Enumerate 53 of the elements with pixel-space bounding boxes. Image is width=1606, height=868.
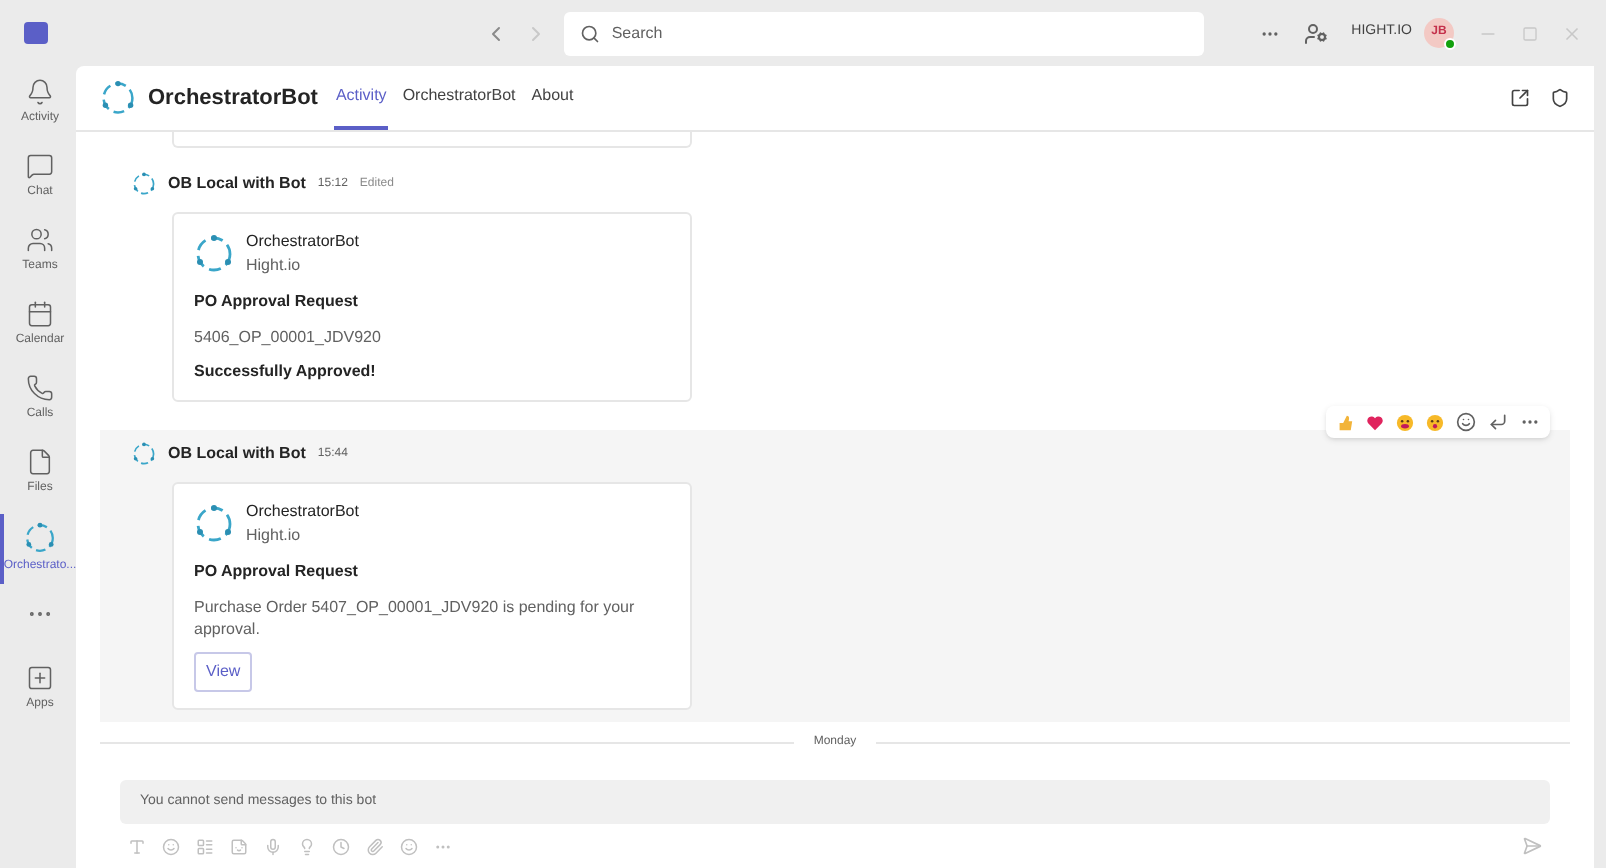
- maximize-icon[interactable]: [1522, 25, 1538, 41]
- surprised-face-icon[interactable]: [1426, 413, 1444, 431]
- bell-icon: [26, 78, 54, 106]
- format-icon[interactable]: [128, 837, 146, 855]
- card-org: Hight.io: [246, 254, 303, 278]
- card-body: 5406_OP_00001_JDV920: [194, 326, 383, 348]
- bot-avatar-icon: [132, 172, 156, 196]
- lightbulb-icon[interactable]: [298, 837, 316, 855]
- reply-icon[interactable]: [1488, 412, 1508, 432]
- card-title: PO Approval Request: [194, 290, 360, 314]
- search-field[interactable]: Search: [563, 11, 1204, 55]
- mic-icon[interactable]: [264, 837, 282, 855]
- view-button[interactable]: View: [194, 652, 253, 692]
- add-app-icon: [26, 664, 54, 692]
- sticker-icon[interactable]: [230, 837, 248, 855]
- tab[interactable]: Activity: [333, 66, 389, 130]
- card-body: Purchase Order 5407_OP_00001_JDV920 is pending for your approval.: [194, 596, 637, 640]
- close-icon[interactable]: [1562, 23, 1582, 43]
- send-icon[interactable]: [1522, 836, 1542, 856]
- bot-logo-icon: [194, 504, 234, 544]
- shield-icon[interactable]: [1550, 88, 1570, 108]
- bot-logo-icon: [24, 522, 56, 554]
- clock-icon[interactable]: [332, 837, 350, 855]
- sender-name: OB Local with Bot: [168, 172, 306, 196]
- chat-icon: [26, 152, 54, 180]
- popout-icon[interactable]: [1510, 88, 1530, 108]
- add-reaction-icon[interactable]: [1456, 412, 1476, 432]
- bot-logo-icon: [194, 234, 234, 274]
- tab[interactable]: OrchestratorBot: [400, 66, 518, 130]
- thumbs-up-icon[interactable]: [1336, 413, 1354, 431]
- smiley-icon[interactable]: [400, 837, 418, 855]
- search-icon: [579, 23, 600, 43]
- person-icon[interactable]: [1303, 21, 1328, 45]
- laughing-face-icon[interactable]: [1396, 413, 1414, 431]
- emoji-icon[interactable]: [162, 837, 180, 855]
- sender-name: OB Local with Bot: [168, 442, 306, 466]
- app-title: OrchestratorBot: [148, 83, 318, 114]
- card-status: Successfully Approved!: [194, 360, 378, 384]
- list-icon[interactable]: [196, 837, 214, 855]
- card-bot-name: OrchestratorBot: [246, 500, 359, 524]
- heart-icon[interactable]: [1366, 413, 1384, 431]
- bot-logo-icon: [100, 80, 136, 116]
- calendar-icon: [26, 300, 54, 328]
- file-icon: [26, 448, 54, 476]
- tab[interactable]: About: [529, 66, 576, 130]
- search-input[interactable]: Search: [611, 21, 1188, 45]
- bot-avatar-icon: [132, 442, 156, 466]
- card-bot-name: OrchestratorBot: [246, 230, 359, 254]
- phone-icon: [26, 374, 54, 402]
- card-org: Hight.io: [246, 524, 303, 548]
- paperclip-icon[interactable]: [366, 837, 384, 855]
- card-title: PO Approval Request: [194, 560, 360, 584]
- people-icon: [26, 226, 54, 254]
